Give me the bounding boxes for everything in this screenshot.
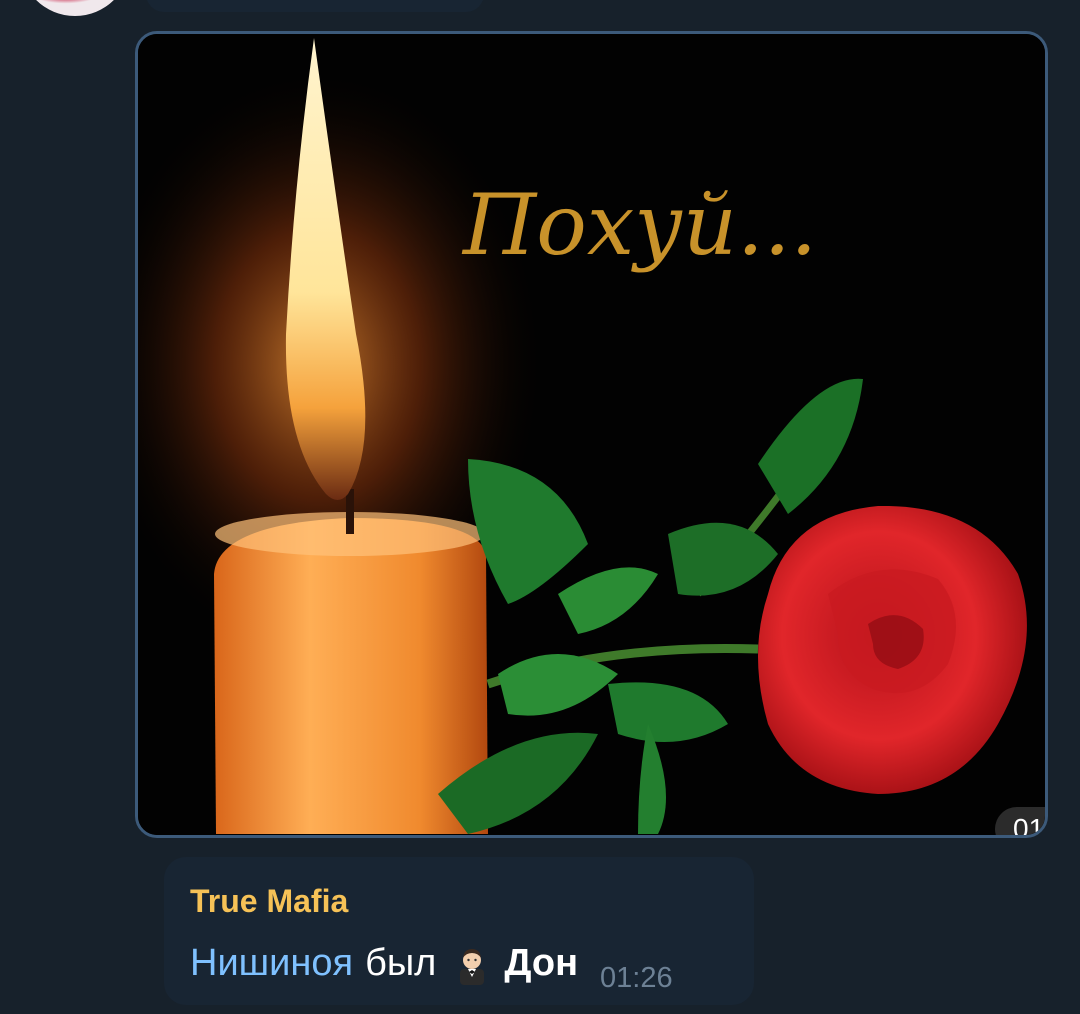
photo-time-badge: 01:26: [995, 807, 1045, 838]
photo-image: Похуй...: [138, 34, 1045, 835]
text-message-bubble[interactable]: True Mafia Нишиноя был Дон 01:26: [164, 857, 754, 1005]
user-mention[interactable]: Нишиноя: [190, 941, 353, 985]
previous-message-bubble[interactable]: [146, 0, 484, 12]
avatar[interactable]: [20, 0, 130, 16]
message-time: 01:26: [600, 962, 673, 994]
man-in-tuxedo-emoji: [460, 948, 485, 985]
photo-time: 01:26: [1013, 813, 1045, 838]
photo-message[interactable]: Похуй... 01:26: [135, 31, 1048, 838]
message-text: Нишиноя был Дон 01:26: [190, 941, 728, 994]
image-script-text: Похуй...: [461, 176, 817, 274]
message-verb: был: [365, 942, 437, 984]
chat-view: Похуй... 01:26 True Mafia: [0, 0, 1080, 1014]
sender-name[interactable]: True Mafia: [190, 881, 728, 921]
message-role: Дон: [504, 942, 579, 984]
